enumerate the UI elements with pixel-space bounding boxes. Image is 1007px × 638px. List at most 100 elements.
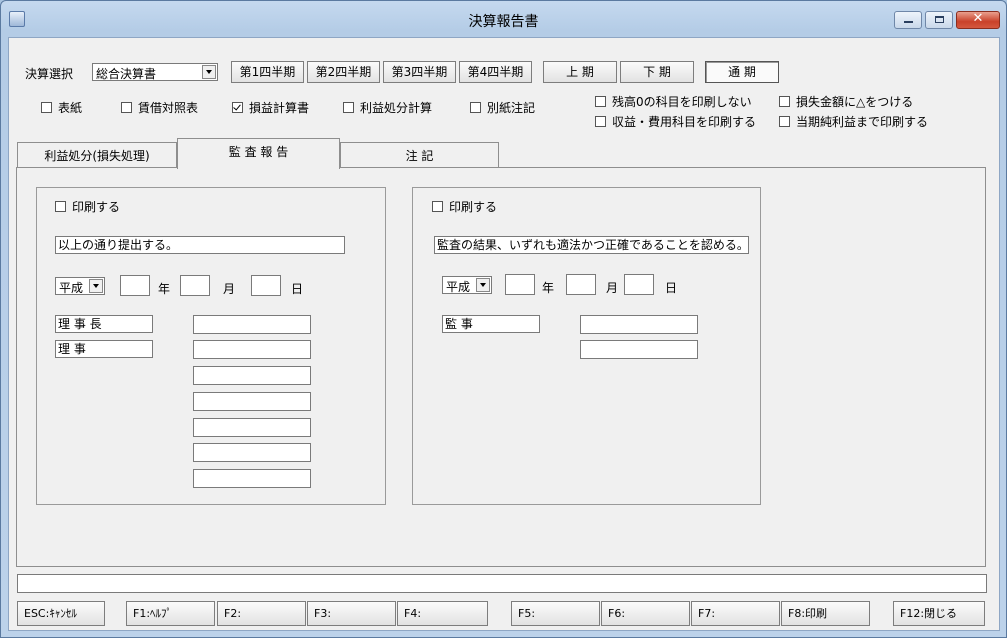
checkbox-icon[interactable] (779, 116, 790, 127)
balance-sheet-checkbox[interactable]: 賃借対照表 (121, 99, 198, 116)
quarter-1-button[interactable]: 第1四半期 (231, 61, 304, 83)
quarter-4-button[interactable]: 第4四半期 (459, 61, 532, 83)
print-until-net-income-checkbox[interactable]: 当期純利益まで印刷する (779, 113, 928, 130)
signer-name-field[interactable] (193, 443, 311, 462)
right-era-select[interactable]: 平成 (442, 276, 492, 294)
print-revenue-expense-label: 収益・費用科目を印刷する (612, 115, 757, 129)
f2-button[interactable]: F2: (217, 601, 306, 626)
chevron-down-icon[interactable] (89, 279, 103, 293)
window-title: 決算報告書 (468, 14, 539, 30)
second-half-button[interactable]: 下 期 (620, 61, 694, 83)
status-bar (17, 574, 987, 593)
close-icon: ✕ (972, 11, 984, 26)
minimize-button[interactable] (894, 11, 922, 29)
separate-notes-checkbox[interactable]: 別紙注記 (470, 99, 535, 116)
tab-audit-report[interactable]: 監 査 報 告 (177, 138, 340, 169)
full-year-button[interactable]: 通 期 (705, 61, 779, 83)
audit-report-panel: 印刷する 以上の通り提出する。 平成 年 月 日 理 事 長 理 事 印刷する … (16, 167, 986, 567)
day-label: 日 (291, 282, 304, 296)
right-era-value: 平成 (446, 280, 471, 294)
f8-print-button[interactable]: F8:印刷 (781, 601, 870, 626)
signer-name-field[interactable] (193, 392, 311, 411)
skip-zero-balance-label: 残高0の科目を印刷しない (612, 95, 752, 109)
signer-name-field[interactable] (193, 340, 311, 359)
quarter-2-button[interactable]: 第2四半期 (307, 61, 380, 83)
right-print-checkbox[interactable]: 印刷する (432, 198, 497, 215)
chevron-down-icon[interactable] (476, 278, 490, 292)
right-print-label: 印刷する (449, 200, 498, 214)
left-statement-field[interactable]: 以上の通り提出する。 (55, 236, 345, 254)
checkbox-icon[interactable] (470, 102, 481, 113)
settlement-select[interactable]: 総合決算書 (92, 63, 218, 81)
left-print-checkbox[interactable]: 印刷する (55, 198, 120, 215)
check-icon[interactable] (232, 102, 243, 113)
auditor-name-field[interactable] (580, 315, 698, 334)
signer-name-field[interactable] (193, 418, 311, 437)
left-print-label: 印刷する (72, 200, 121, 214)
loss-triangle-checkbox[interactable]: 損失金額に△をつける (779, 93, 913, 110)
first-half-button[interactable]: 上 期 (543, 61, 617, 83)
signer-name-field[interactable] (193, 315, 311, 334)
f7-button[interactable]: F7: (691, 601, 780, 626)
year-label: 年 (542, 281, 555, 295)
checkbox-icon[interactable] (41, 102, 52, 113)
profit-appropriation-checkbox[interactable]: 利益処分計算 (343, 99, 432, 116)
f4-button[interactable]: F4: (397, 601, 488, 626)
skip-zero-balance-checkbox[interactable]: 残高0の科目を印刷しない (595, 93, 752, 110)
checkbox-icon[interactable] (55, 201, 66, 212)
separate-notes-checkbox-label: 別紙注記 (487, 101, 536, 115)
close-button[interactable]: ✕ (956, 11, 1000, 29)
left-era-select[interactable]: 平成 (55, 277, 105, 295)
print-revenue-expense-checkbox[interactable]: 収益・費用科目を印刷する (595, 113, 756, 130)
loss-triangle-label: 損失金額に△をつける (796, 95, 914, 109)
signer-name-field[interactable] (193, 469, 311, 488)
left-era-value: 平成 (59, 281, 84, 295)
income-statement-checkbox[interactable]: 損益計算書 (232, 99, 309, 116)
f3-button[interactable]: F3: (307, 601, 396, 626)
right-day-field[interactable] (624, 274, 654, 295)
quarter-3-button[interactable]: 第3四半期 (383, 61, 456, 83)
selection-label: 決算選択 (25, 67, 74, 81)
auditor-role-field[interactable]: 監 事 (442, 315, 540, 333)
f5-button[interactable]: F5: (511, 601, 600, 626)
left-month-field[interactable] (180, 275, 210, 296)
right-statement-field[interactable]: 監査の結果、いずれも適法かつ正確であることを認める。 (434, 236, 749, 254)
f6-button[interactable]: F6: (601, 601, 690, 626)
maximize-button[interactable] (925, 11, 953, 29)
cover-checkbox[interactable]: 表紙 (41, 99, 82, 116)
chairman-role-field[interactable]: 理 事 長 (55, 315, 153, 333)
f12-close-button[interactable]: F12:閉じる (893, 601, 985, 626)
profit-appropriation-checkbox-label: 利益処分計算 (360, 101, 433, 115)
director-role-field[interactable]: 理 事 (55, 340, 153, 358)
left-day-field[interactable] (251, 275, 281, 296)
checkbox-icon[interactable] (343, 102, 354, 113)
title-bar[interactable]: 決算報告書 ✕ (1, 1, 1006, 37)
month-label: 月 (606, 281, 619, 295)
right-year-field[interactable] (505, 274, 535, 295)
right-month-field[interactable] (566, 274, 596, 295)
left-year-field[interactable] (120, 275, 150, 296)
checkbox-icon[interactable] (432, 201, 443, 212)
signer-name-field[interactable] (193, 366, 311, 385)
main-window: 決算報告書 ✕ 決算選択 総合決算書 第1四半期 第2四半期 第3四半期 第4四… (0, 0, 1007, 638)
auditors-group: 印刷する 監査の結果、いずれも適法かつ正確であることを認める。 平成 年 月 日… (412, 187, 761, 505)
maximize-icon (935, 16, 944, 23)
month-label: 月 (223, 282, 236, 296)
f1-help-button[interactable]: F1:ﾍﾙﾌﾟ (126, 601, 215, 626)
checkbox-icon[interactable] (595, 96, 606, 107)
cover-checkbox-label: 表紙 (58, 101, 83, 115)
print-until-net-income-label: 当期純利益まで印刷する (796, 115, 929, 129)
chevron-down-icon[interactable] (202, 65, 216, 79)
client-area: 決算選択 総合決算書 第1四半期 第2四半期 第3四半期 第4四半期 上 期 下… (8, 37, 1000, 631)
day-label: 日 (665, 281, 678, 295)
directors-group: 印刷する 以上の通り提出する。 平成 年 月 日 理 事 長 理 事 (36, 187, 386, 505)
tab-profit-appropriation[interactable]: 利益処分(損失処理) (17, 142, 177, 168)
esc-cancel-button[interactable]: ESC:ｷｬﾝｾﾙ (17, 601, 105, 626)
auditor-name-field[interactable] (580, 340, 698, 359)
checkbox-icon[interactable] (595, 116, 606, 127)
checkbox-icon[interactable] (121, 102, 132, 113)
checkbox-icon[interactable] (779, 96, 790, 107)
settlement-select-value: 総合決算書 (96, 67, 157, 81)
year-label: 年 (158, 282, 171, 296)
tab-notes[interactable]: 注 記 (340, 142, 499, 168)
